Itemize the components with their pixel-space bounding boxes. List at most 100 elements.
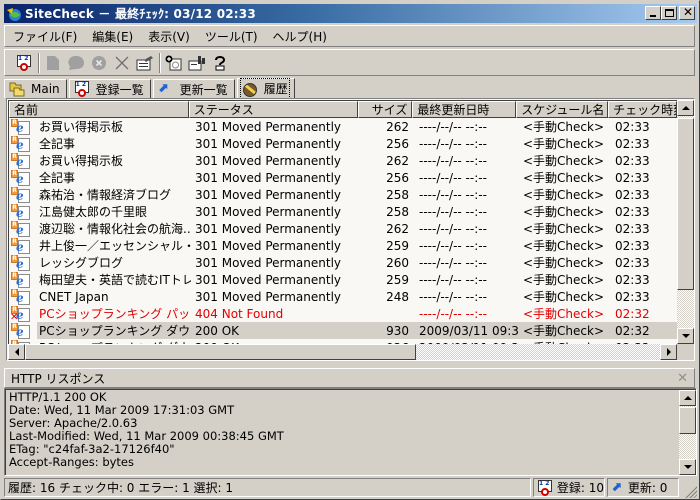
- close-button[interactable]: ✕: [679, 6, 695, 20]
- cell-last-modified: ----/--/-- --:--: [419, 289, 487, 304]
- window-title: SiteCheck － 最終ﾁｪｯｸ: 03/12 02:33: [25, 7, 256, 21]
- table-row[interactable]: Re PCショップランキング ダウンロ... 200 OK 930 2009/0…: [9, 322, 677, 339]
- update-arrow-icon: ⬈: [157, 81, 169, 96]
- cell-last-modified: ----/--/-- --:--: [419, 136, 487, 151]
- cell-name: お買い得掲示板: [39, 120, 124, 134]
- calendar-check-icon: 1 2: [537, 480, 553, 496]
- delete-button[interactable]: [113, 54, 131, 72]
- response-line: Accept-Ranges: bytes: [9, 455, 134, 469]
- table-row[interactable]: Re 全記事 301 Moved Permanently 256 ----/--…: [9, 135, 677, 152]
- scroll-left-button[interactable]: [8, 344, 25, 360]
- cell-schedule: <手動Check>: [523, 188, 605, 202]
- scroll-thumb[interactable]: [677, 118, 694, 290]
- cell-status: 301 Moved Permanently: [195, 187, 342, 202]
- cell-name: 全記事: [39, 137, 76, 151]
- cell-name: 全記事: [39, 171, 76, 185]
- add-site-icon: [165, 55, 182, 70]
- new-button[interactable]: [44, 54, 62, 72]
- column-header-check-time[interactable]: チェック時刻: [608, 101, 677, 118]
- arrow-down-icon: [681, 334, 690, 338]
- settings-icon: [188, 55, 205, 70]
- cell-size: 262: [386, 221, 409, 236]
- status-updated: ⬈ 更新: 0: [607, 478, 679, 497]
- table-row[interactable]: Re お買い得掲示板 301 Moved Permanently 262 ---…: [9, 118, 677, 135]
- check-now-button[interactable]: 1 2: [15, 54, 33, 72]
- cell-last-modified: ----/--/-- --:--: [419, 221, 487, 236]
- table-row[interactable]: Re 江島健太郎の千里眼 301 Moved Permanently 258 -…: [9, 203, 677, 220]
- title-bar[interactable]: SiteCheck － 最終ﾁｪｯｸ: 03/12 02:33 ✕: [4, 4, 697, 23]
- tab-updated-list[interactable]: ⬈ 更新一覧: [152, 79, 235, 98]
- table-row[interactable]: Re 梅田望夫・英語で読むITトレ... 301 Moved Permanent…: [9, 271, 677, 288]
- scroll-thumb[interactable]: [25, 344, 416, 360]
- table-row[interactable]: Re 森祐治・情報経済ブログ 301 Moved Permanently 258…: [9, 186, 677, 203]
- response-pane: HTTP/1.1 200 OK Date: Wed, 11 Mar 2009 17…: [4, 388, 697, 476]
- cell-size: 259: [386, 238, 409, 253]
- tab-registered-list[interactable]: 1 2 登録一覧: [68, 79, 151, 98]
- site-status-icon: Re: [9, 135, 35, 152]
- help-button[interactable]: [211, 54, 229, 72]
- maximize-button[interactable]: [661, 6, 677, 20]
- cell-check-time: 02:33: [615, 187, 650, 202]
- history-icon: [242, 81, 258, 97]
- cell-schedule: <手動Check>: [523, 273, 605, 287]
- toolbar-separator: [38, 52, 40, 73]
- add-site-button[interactable]: [165, 54, 183, 72]
- cell-size: 259: [386, 272, 409, 287]
- column-header-status[interactable]: ステータス: [188, 101, 359, 118]
- cell-name: 梅田望夫・英語で読むITトレ...: [39, 273, 191, 287]
- cell-last-modified: ----/--/-- --:--: [419, 255, 487, 270]
- resize-grip[interactable]: [684, 485, 697, 498]
- folder-icon: [9, 81, 25, 97]
- column-header-size[interactable]: サイズ: [358, 101, 413, 118]
- scroll-up-button[interactable]: [679, 390, 696, 406]
- close-icon: ✕: [683, 5, 694, 19]
- cell-size: [361, 305, 415, 322]
- response-pane-title: HTTP リスポンス: [11, 371, 106, 386]
- cell-last-modified: ----/--/-- --:--: [419, 170, 487, 185]
- comment-button[interactable]: [67, 54, 85, 72]
- menu-edit[interactable]: 編集(E): [92, 28, 133, 45]
- column-header-schedule[interactable]: スケジュール名: [516, 101, 609, 118]
- menu-tools[interactable]: ツール(T): [205, 28, 258, 45]
- scroll-down-button[interactable]: [679, 459, 696, 475]
- settings-button[interactable]: [188, 54, 206, 72]
- column-header-name[interactable]: 名前: [9, 101, 189, 118]
- cell-schedule: <手動Check>: [523, 307, 605, 321]
- scroll-up-button[interactable]: [677, 100, 694, 116]
- table-row[interactable]: Re✕ PCショップランキング パッケー... 404 Not Found --…: [9, 305, 677, 322]
- menu-file[interactable]: ファイル(F): [13, 28, 77, 45]
- close-pane-icon[interactable]: ✕: [677, 371, 688, 386]
- scroll-right-button[interactable]: [660, 344, 677, 360]
- cell-size: 262: [386, 119, 409, 134]
- menu-help[interactable]: ヘルプ(H): [273, 28, 327, 45]
- tab-main[interactable]: Main: [4, 79, 67, 98]
- cell-status: 301 Moved Permanently: [195, 119, 342, 134]
- menu-view[interactable]: 表示(V): [148, 28, 190, 45]
- table-row[interactable]: Re 井上俊一／エッセンシャル・サ... 301 Moved Permanent…: [9, 237, 677, 254]
- delete-icon: [115, 56, 129, 69]
- tab-history[interactable]: 履歴: [236, 78, 295, 99]
- stop-button[interactable]: [90, 54, 108, 72]
- calendar-check-icon: 1 2: [74, 81, 90, 97]
- scroll-thumb[interactable]: [679, 407, 696, 434]
- arrow-right-icon: [666, 348, 671, 356]
- scroll-down-button[interactable]: [677, 328, 694, 344]
- cell-status: 200 OK: [195, 323, 240, 338]
- site-status-icon: Re ✕: [9, 305, 35, 322]
- cell-schedule: <手動Check>: [523, 239, 605, 253]
- cell-last-modified: ----/--/-- --:--: [419, 272, 487, 287]
- minimize-button[interactable]: [645, 6, 661, 20]
- table-row[interactable]: Re レッシグブログ 301 Moved Permanently 260 ---…: [9, 254, 677, 271]
- table-row[interactable]: Re お買い得掲示板 301 Moved Permanently 262 ---…: [9, 152, 677, 169]
- list-horizontal-scrollbar[interactable]: [8, 344, 677, 360]
- cell-check-time: 02:32: [615, 306, 650, 321]
- column-header-last-modified[interactable]: 最終更新日時: [412, 101, 517, 118]
- list-vertical-scrollbar[interactable]: [677, 100, 694, 344]
- history-list[interactable]: 名前 ステータス サイズ 最終更新日時 スケジュール名 チェック時刻 Re お買…: [6, 98, 695, 361]
- table-row[interactable]: Re CNET Japan 301 Moved Permanently 248 …: [9, 288, 677, 305]
- table-row[interactable]: Re 全記事 301 Moved Permanently 256 ----/--…: [9, 169, 677, 186]
- properties-button[interactable]: [136, 54, 154, 72]
- response-vertical-scrollbar[interactable]: [679, 390, 696, 475]
- table-row[interactable]: Re 渡辺聡・情報化社会の航海... 301 Moved Permanently…: [9, 220, 677, 237]
- new-page-icon: [47, 55, 59, 70]
